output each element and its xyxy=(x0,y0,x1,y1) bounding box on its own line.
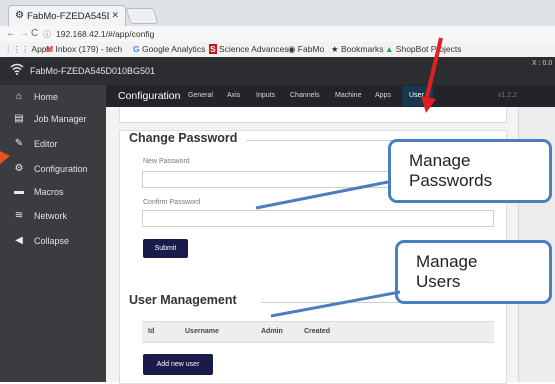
annotation-overlay xyxy=(0,37,443,318)
annotation-arrow-head xyxy=(421,96,436,113)
annotation-arrow-head xyxy=(0,151,10,164)
callout-pointer xyxy=(270,290,401,318)
annotation-arrow-shaft xyxy=(425,37,443,98)
callout-pointer xyxy=(255,180,389,210)
